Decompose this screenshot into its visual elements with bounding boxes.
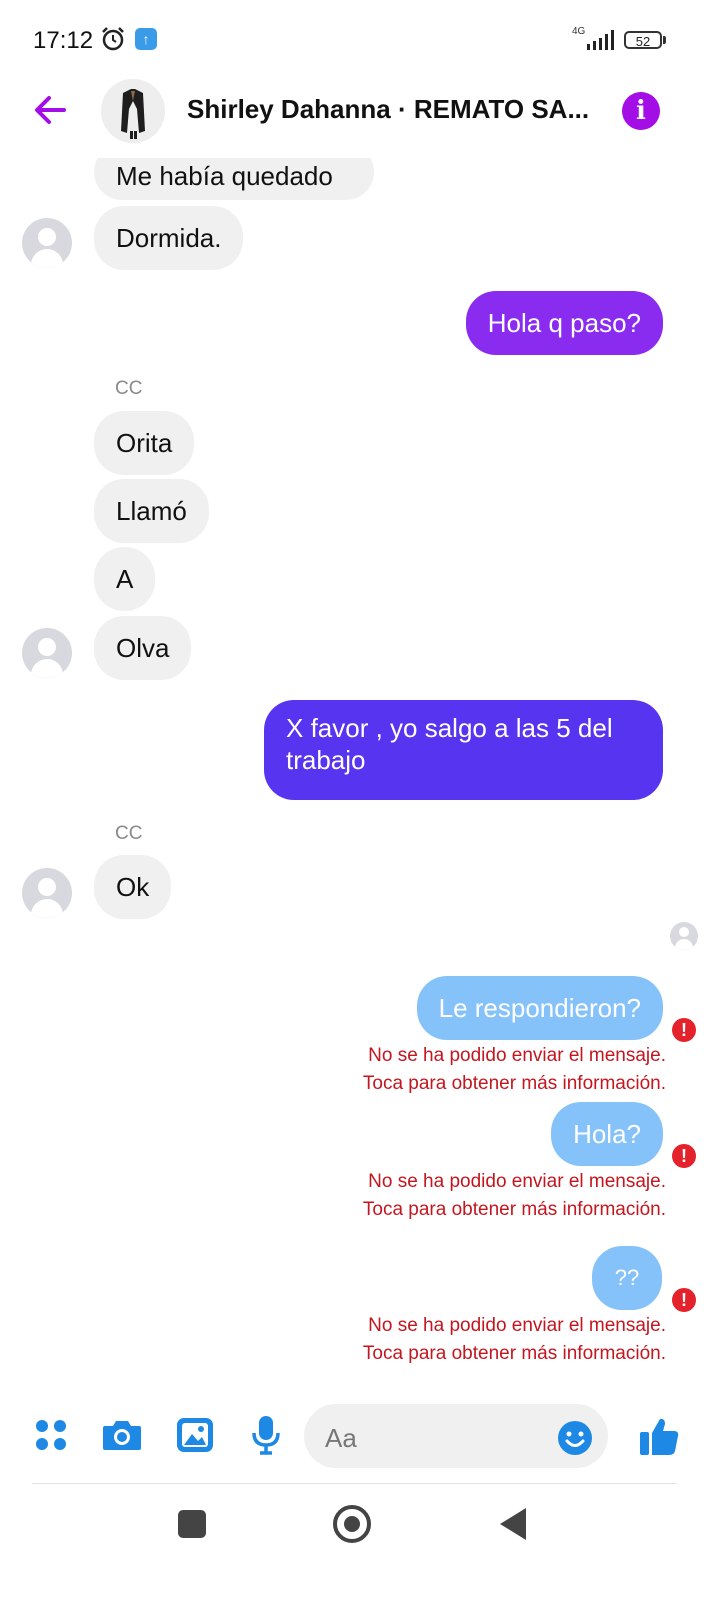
message-bubble-failed[interactable]: ?? xyxy=(592,1246,662,1310)
recent-apps-button[interactable] xyxy=(178,1510,206,1538)
camera-icon[interactable] xyxy=(101,1418,143,1452)
message-line: trabajo xyxy=(286,745,366,775)
message-bubble-incoming[interactable]: Orita xyxy=(94,411,195,475)
contact-avatar[interactable] xyxy=(101,79,165,143)
status-bar: 17:12 ↑ 4G 52 xyxy=(0,0,720,80)
coat-picture xyxy=(101,79,165,143)
home-button[interactable] xyxy=(333,1505,371,1543)
message-line: X favor , yo salgo a las 5 del xyxy=(286,713,613,743)
error-icon[interactable]: ! xyxy=(672,1144,696,1168)
microphone-icon[interactable] xyxy=(251,1415,281,1455)
message-list[interactable]: Me había quedado Dormida. Hola q paso? C… xyxy=(0,158,720,1398)
sender-avatar xyxy=(22,218,72,268)
sender-avatar xyxy=(22,628,72,678)
error-message[interactable]: No se ha podido enviar el mensaje. Toca … xyxy=(363,1042,666,1098)
error-line: Toca para obtener más información. xyxy=(362,1199,666,1220)
status-time: 17:12 xyxy=(33,27,94,54)
message-bubble-incoming[interactable]: Llamó xyxy=(94,479,209,543)
message-bubble-failed[interactable]: Hola? xyxy=(551,1102,663,1166)
network-type: 4G xyxy=(572,26,586,37)
upload-icon: ↑ xyxy=(135,28,157,50)
error-line: No se ha podido enviar el mensaje. xyxy=(368,1315,666,1336)
message-bubble-outgoing[interactable]: Hola q paso? xyxy=(465,291,663,355)
message-input-placeholder: Aa xyxy=(325,1423,357,1453)
conversation-title[interactable]: Shirley Dahanna · REMATO SA... xyxy=(187,94,607,125)
alarm-icon xyxy=(102,27,124,51)
message-bubble-incoming[interactable]: Ok xyxy=(94,855,172,919)
error-line: No se ha podido enviar el mensaje. xyxy=(368,1045,666,1066)
back-button[interactable] xyxy=(500,1508,526,1540)
emoji-icon[interactable] xyxy=(557,1420,593,1456)
message-bubble-outgoing[interactable]: X favor , yo salgo a las 5 del trabajo xyxy=(264,700,663,800)
battery-icon: 52 xyxy=(624,31,662,49)
back-arrow-icon[interactable] xyxy=(28,88,72,132)
info-icon[interactable]: i xyxy=(622,92,660,130)
sender-avatar xyxy=(22,868,72,918)
message-bubble-incoming[interactable]: Olva xyxy=(94,616,192,680)
divider xyxy=(32,1483,676,1484)
gallery-icon[interactable] xyxy=(176,1417,214,1453)
error-message[interactable]: No se ha podido enviar el mensaje. Toca … xyxy=(363,1312,666,1368)
error-message[interactable]: No se ha podido enviar el mensaje. Toca … xyxy=(363,1168,666,1224)
message-bubble-incoming[interactable]: Me había quedado xyxy=(94,158,374,200)
apps-grid-icon[interactable] xyxy=(34,1418,68,1452)
error-icon[interactable]: ! xyxy=(672,1018,696,1042)
sender-name: CC xyxy=(115,378,143,399)
error-line: No se ha podido enviar el mensaje. xyxy=(368,1171,666,1192)
error-icon[interactable]: ! xyxy=(672,1288,696,1312)
message-bubble-incoming[interactable]: Dormida. xyxy=(94,206,244,270)
error-line: Toca para obtener más información. xyxy=(362,1343,666,1364)
sender-name: CC xyxy=(115,823,143,844)
message-bubble-incoming[interactable]: A xyxy=(94,547,156,611)
battery-tip xyxy=(663,36,666,44)
message-bubble-failed[interactable]: Le respondieron? xyxy=(416,976,663,1040)
like-thumb-icon[interactable] xyxy=(638,1415,680,1457)
error-line: Toca para obtener más información. xyxy=(362,1073,666,1094)
signal-icon xyxy=(587,30,614,50)
seen-indicator-avatar xyxy=(670,922,698,950)
